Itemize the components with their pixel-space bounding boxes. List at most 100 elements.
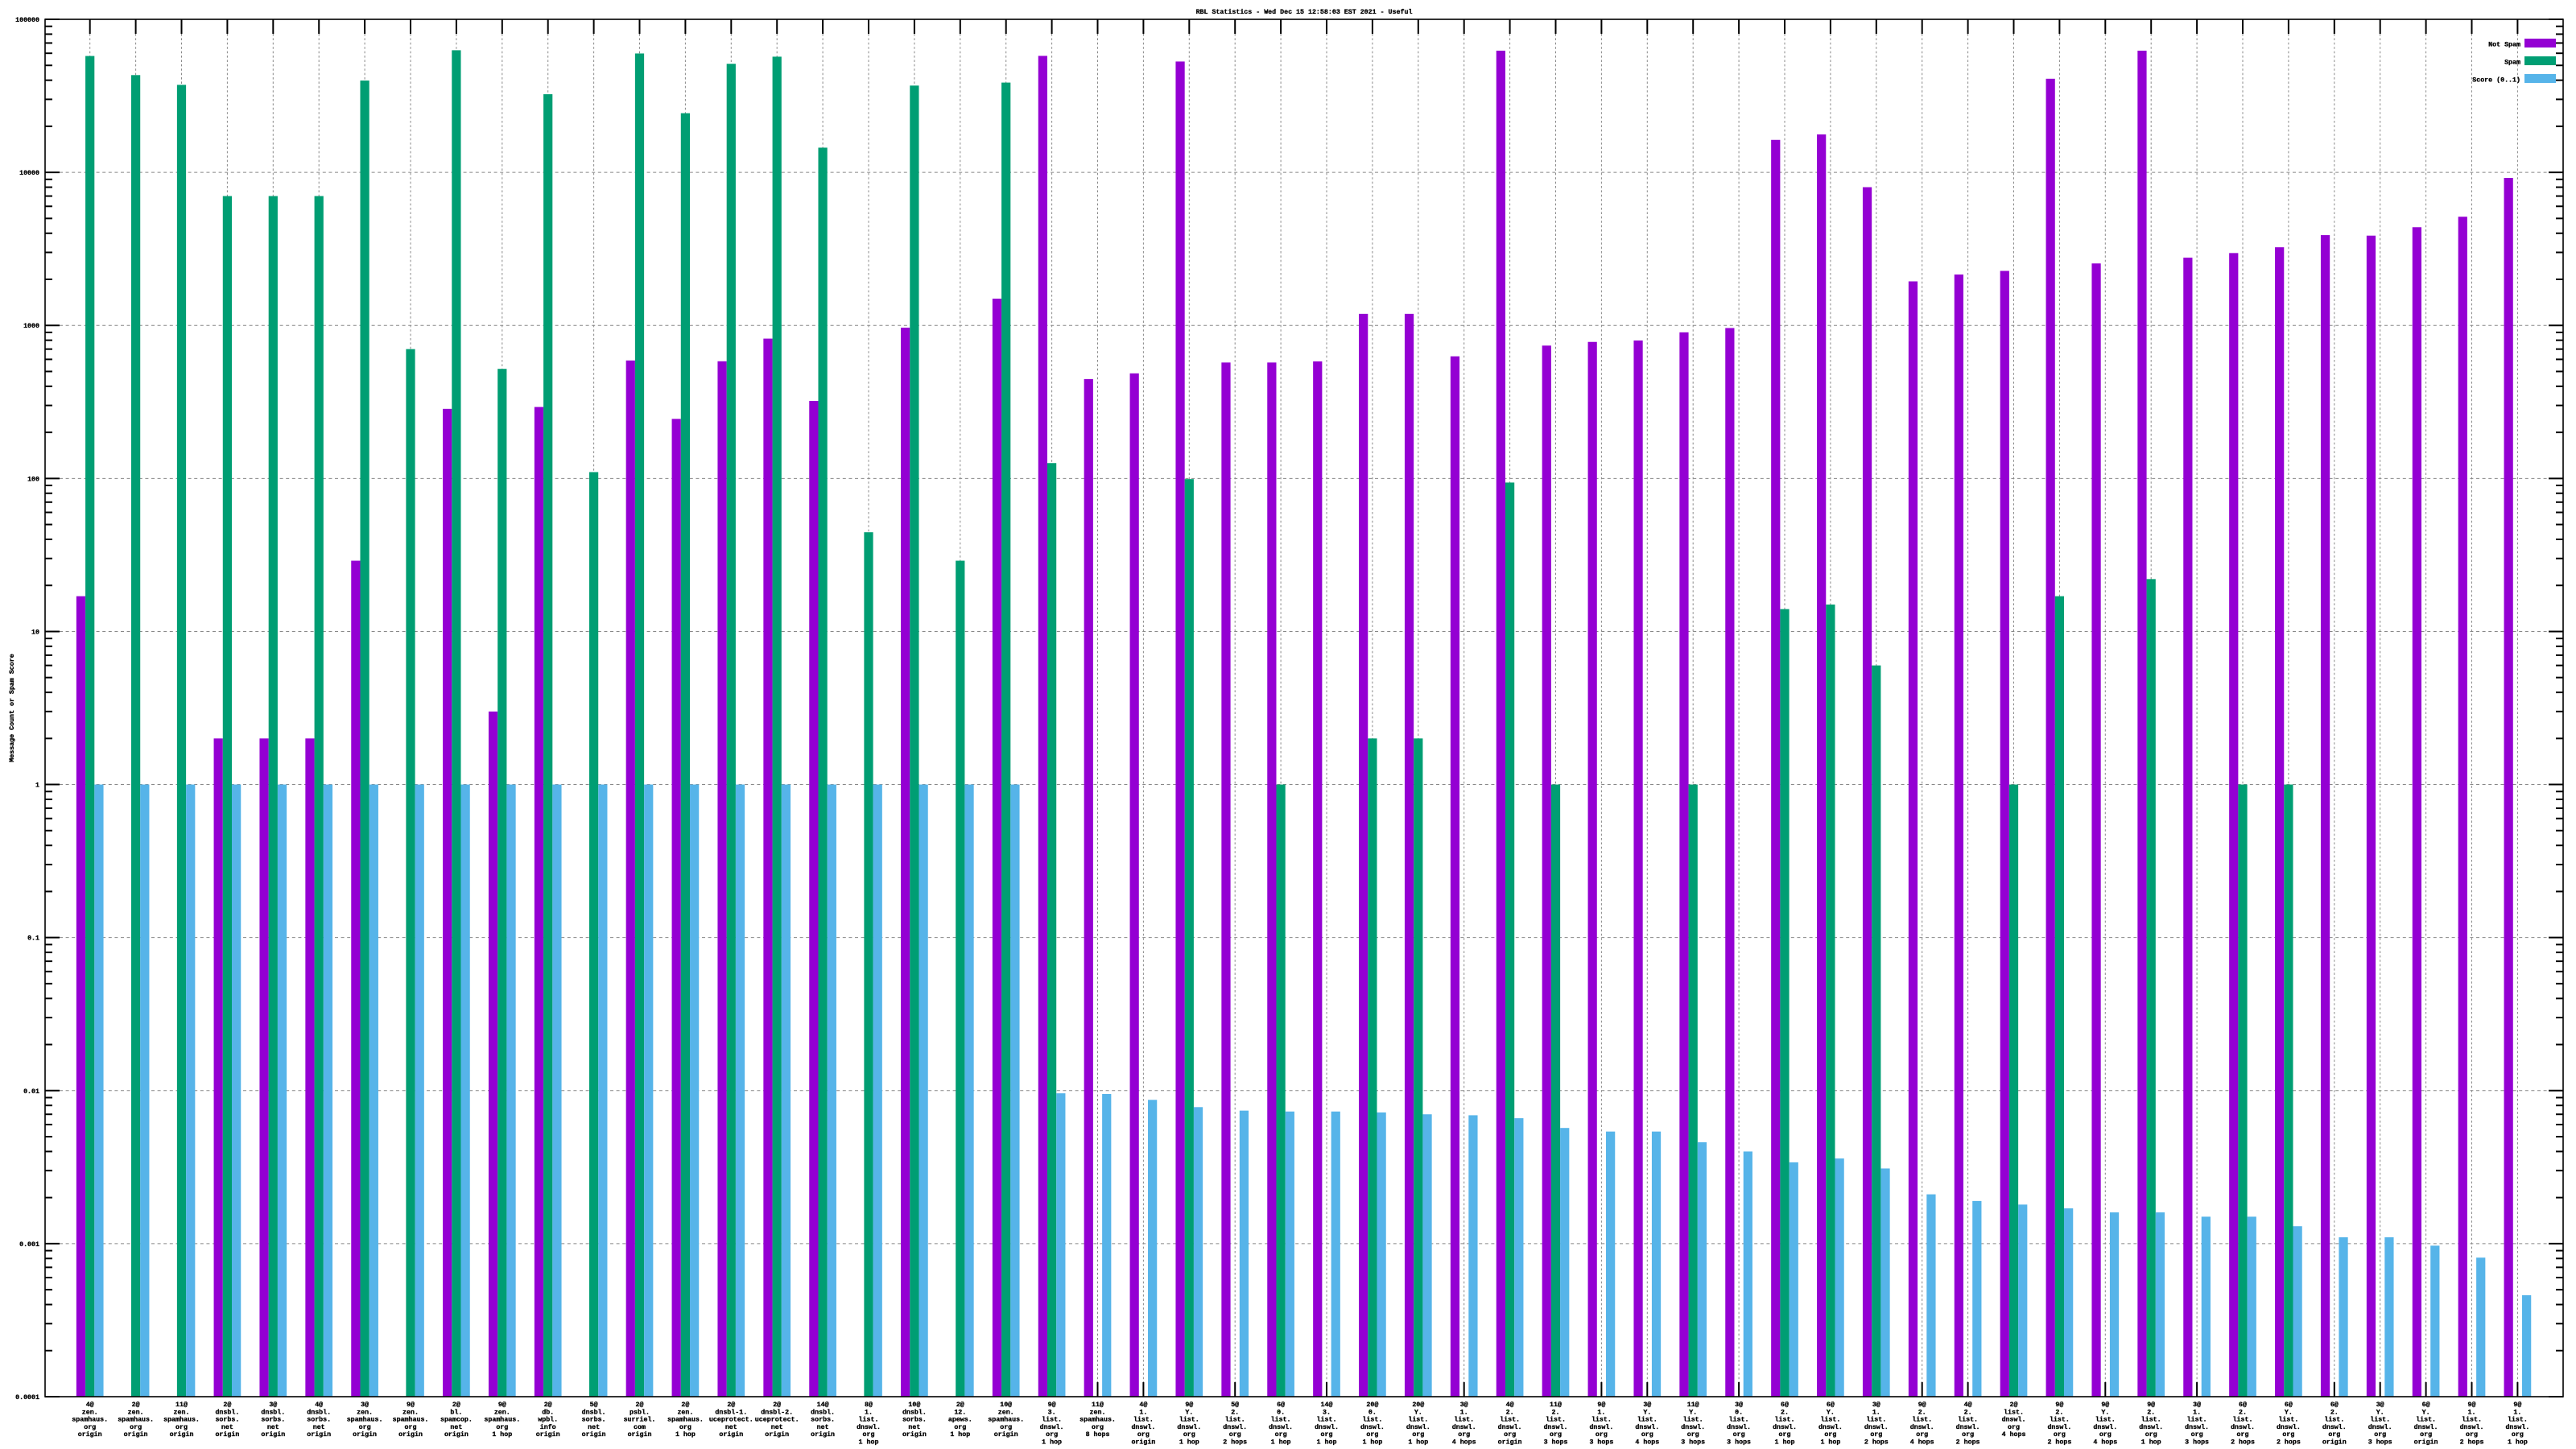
svg-text:dnswl.: dnswl. — [1360, 1423, 1385, 1431]
svg-text:dnsbl-2.: dnsbl-2. — [761, 1408, 793, 1416]
svg-text:list.: list. — [2324, 1416, 2344, 1424]
svg-text:com: com — [634, 1424, 646, 1431]
svg-text:9@: 9@ — [2513, 1401, 2521, 1409]
svg-text:org: org — [1321, 1431, 1333, 1439]
svg-text:org: org — [1412, 1431, 1424, 1439]
svg-text:list.: list. — [2050, 1416, 2070, 1424]
svg-text:3 hops: 3 hops — [2368, 1439, 2392, 1447]
svg-text:list.: list. — [1408, 1416, 1428, 1424]
svg-text:10000: 10000 — [19, 170, 39, 177]
svg-text:dnswl.: dnswl. — [2231, 1423, 2255, 1431]
svg-text:2@: 2@ — [2010, 1401, 2018, 1409]
svg-text:origin: origin — [902, 1430, 927, 1439]
svg-text:1 hop: 1 hop — [1317, 1439, 1337, 1447]
svg-text:dnswl.: dnswl. — [1681, 1423, 1705, 1431]
svg-text:2.: 2. — [2239, 1409, 2247, 1416]
svg-text:2@: 2@ — [956, 1401, 964, 1409]
svg-text:net: net — [221, 1424, 233, 1431]
svg-text:4@: 4@ — [1139, 1401, 1147, 1409]
svg-text:org: org — [1687, 1431, 1699, 1439]
svg-text:origin: origin — [2322, 1439, 2347, 1447]
svg-text:org: org — [1092, 1424, 1104, 1431]
svg-text:origin: origin — [765, 1430, 789, 1439]
svg-text:origin: origin — [261, 1430, 285, 1439]
svg-text:3@: 3@ — [1460, 1401, 1468, 1409]
svg-text:net: net — [588, 1424, 600, 1431]
svg-text:dnswl.: dnswl. — [2093, 1423, 2117, 1431]
svg-text:org: org — [1137, 1431, 1150, 1439]
svg-text:org: org — [2328, 1431, 2340, 1439]
svg-text:2.: 2. — [1964, 1409, 1972, 1416]
svg-text:org: org — [496, 1424, 508, 1431]
svg-text:apews.: apews. — [948, 1417, 972, 1424]
svg-text:dnsbl.: dnsbl. — [902, 1408, 927, 1416]
svg-text:8 hops: 8 hops — [1086, 1430, 1110, 1439]
svg-text:list.: list. — [1775, 1416, 1795, 1424]
svg-text:spamhaus.: spamhaus. — [347, 1416, 383, 1424]
svg-text:list.: list. — [1454, 1416, 1474, 1424]
svg-text:origin: origin — [1131, 1439, 1155, 1447]
svg-text:1 hop: 1 hop — [675, 1430, 696, 1439]
svg-text:1 hop: 1 hop — [492, 1430, 512, 1439]
svg-text:Y.: Y. — [1689, 1409, 1697, 1416]
svg-text:zen.: zen. — [82, 1409, 98, 1416]
svg-text:3@: 3@ — [1735, 1401, 1743, 1409]
svg-text:Y.: Y. — [2376, 1409, 2384, 1416]
svg-text:bl.: bl. — [450, 1408, 462, 1416]
svg-text:dnsbl.: dnsbl. — [582, 1408, 606, 1416]
svg-text:dnswl.: dnswl. — [1498, 1423, 1522, 1431]
svg-text:dnswl.: dnswl. — [2139, 1423, 2163, 1431]
svg-text:net: net — [450, 1424, 462, 1431]
svg-text:spamhaus.: spamhaus. — [988, 1416, 1024, 1424]
svg-text:dnsbl.: dnsbl. — [811, 1408, 835, 1416]
svg-text:org: org — [130, 1424, 142, 1431]
svg-text:org: org — [84, 1424, 96, 1431]
svg-text:sorbs.: sorbs. — [261, 1416, 285, 1424]
svg-text:zen.: zen. — [677, 1409, 693, 1416]
svg-text:1 hop: 1 hop — [1271, 1439, 1291, 1447]
svg-text:org: org — [1046, 1431, 1058, 1439]
svg-text:Y.: Y. — [1185, 1409, 1193, 1416]
svg-text:org: org — [1641, 1431, 1653, 1439]
svg-text:list.: list. — [2141, 1416, 2161, 1424]
svg-text:org: org — [1229, 1431, 1241, 1439]
svg-text:org: org — [954, 1424, 966, 1431]
svg-text:org: org — [2237, 1431, 2249, 1439]
svg-text:list.: list. — [1591, 1416, 1612, 1424]
svg-text:info: info — [540, 1423, 556, 1431]
svg-text:org: org — [405, 1424, 417, 1431]
svg-text:dnswl.: dnswl. — [2185, 1423, 2209, 1431]
svg-text:dnsbl.: dnsbl. — [215, 1408, 239, 1416]
svg-text:dnswl.: dnswl. — [1315, 1423, 1339, 1431]
svg-text:list.: list. — [2416, 1416, 2436, 1424]
svg-text:0.: 0. — [1368, 1409, 1377, 1416]
svg-text:list.: list. — [1729, 1416, 1749, 1424]
svg-text:org: org — [2282, 1431, 2294, 1439]
svg-text:dnsbl.: dnsbl. — [307, 1408, 331, 1416]
svg-text:org: org — [1366, 1431, 1378, 1439]
svg-text:org: org — [2054, 1431, 2066, 1439]
svg-text:0.: 0. — [1735, 1409, 1743, 1416]
svg-text:list.: list. — [1683, 1416, 1703, 1424]
svg-text:list.: list. — [2278, 1416, 2298, 1424]
svg-text:net: net — [313, 1424, 325, 1431]
svg-text:zen.: zen. — [174, 1409, 190, 1416]
svg-text:3@: 3@ — [1872, 1401, 1880, 1409]
svg-text:spamhaus.: spamhaus. — [484, 1416, 520, 1424]
svg-text:dnswl.: dnswl. — [2460, 1423, 2484, 1431]
svg-text:list.: list. — [2508, 1416, 2528, 1424]
svg-text:org: org — [1916, 1431, 1928, 1439]
svg-text:2@: 2@ — [452, 1401, 460, 1409]
svg-text:1.: 1. — [1597, 1409, 1605, 1416]
svg-text:9@: 9@ — [407, 1401, 415, 1409]
svg-text:6@: 6@ — [1277, 1401, 1285, 1409]
svg-text:list.: list. — [1637, 1416, 1657, 1424]
svg-text:list.: list. — [1271, 1416, 1291, 1424]
svg-text:3 hops: 3 hops — [1589, 1439, 1613, 1447]
svg-text:org: org — [2191, 1431, 2203, 1439]
svg-text:RBL Statistics - Wed Dec 15 12: RBL Statistics - Wed Dec 15 12:58:03 EST… — [1196, 8, 1413, 16]
svg-text:list.: list. — [1912, 1416, 1932, 1424]
svg-text:0.0001: 0.0001 — [15, 1394, 39, 1402]
svg-text:dnswl.: dnswl. — [1177, 1423, 1201, 1431]
svg-text:3.: 3. — [1048, 1409, 1056, 1416]
